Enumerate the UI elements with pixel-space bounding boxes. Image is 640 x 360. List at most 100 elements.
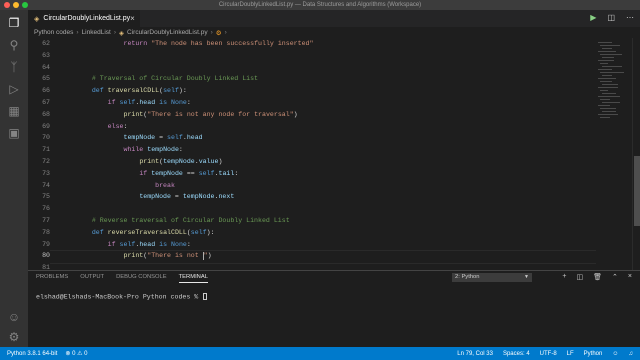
terminal-select[interactable]: 2: Python ▼ (452, 273, 532, 282)
minimap-line (600, 108, 616, 109)
language-mode[interactable]: Python (584, 351, 603, 357)
split-terminal-icon[interactable]: ◫ (577, 273, 584, 281)
gear-icon[interactable]: ⚙ (7, 330, 21, 344)
debug-icon[interactable]: ▷ (7, 82, 21, 96)
bell-icon[interactable]: ♫ (629, 351, 634, 357)
editor-scrollbar[interactable] (632, 38, 640, 270)
code-line[interactable]: 66 def traversalCDLL(self): (28, 85, 596, 97)
minimize-window-button[interactable] (13, 2, 19, 8)
minimap-line (602, 75, 612, 76)
minimap-line (600, 72, 624, 73)
code-line[interactable]: 74 break (28, 180, 596, 192)
minimap-line (600, 45, 620, 46)
panel-tabs: PROBLEMS OUTPUT DEBUG CONSOLE TERMINAL (36, 274, 208, 283)
maximize-panel-icon[interactable]: ⌃ (612, 273, 618, 281)
terminal-cursor (203, 293, 208, 300)
breadcrumb-folder[interactable]: Python codes (34, 29, 73, 36)
line-number: 78 (42, 228, 50, 236)
code-line[interactable]: 72 print(tempNode.value) (28, 156, 596, 168)
code-line[interactable]: 70 tempNode = self.head (28, 132, 596, 144)
minimap-line (598, 42, 612, 43)
warning-icon: ⚠ (77, 351, 83, 357)
search-icon[interactable]: ⚲ (7, 38, 21, 52)
code-line[interactable]: 64 (28, 62, 596, 74)
bottom-panel: PROBLEMS OUTPUT DEBUG CONSOLE TERMINAL 2… (28, 270, 640, 348)
minimap-line (602, 93, 616, 94)
window-controls[interactable] (4, 2, 28, 8)
line-number: 64 (42, 63, 50, 71)
line-code: break (155, 181, 175, 189)
code-line[interactable]: 77 # Reverse traversal of Circular Doubl… (28, 215, 596, 227)
problems-indicator[interactable]: ⊗ 0 ⚠ 0 (65, 350, 87, 357)
line-code: print("There is not any node for travers… (123, 110, 298, 118)
code-line[interactable]: 67 if self.head is None: (28, 97, 596, 109)
extensions-icon[interactable]: ▦ (7, 104, 21, 118)
tab-problems[interactable]: PROBLEMS (36, 274, 68, 283)
minimap-line (598, 69, 612, 70)
run-file-icon[interactable]: ▶ (590, 13, 596, 22)
code-line[interactable]: 73 if tempNode == self.tail: (28, 168, 596, 180)
code-line[interactable]: 79 if self.head is None: (28, 239, 596, 251)
line-number: 68 (42, 110, 50, 118)
cursor-position[interactable]: Ln 79, Col 33 (457, 351, 493, 357)
line-number: 63 (42, 51, 50, 59)
class-symbol-icon: ⚙ (215, 29, 222, 37)
close-window-button[interactable] (4, 2, 10, 8)
account-icon[interactable]: ☺ (7, 310, 21, 324)
code-line[interactable]: 81 (28, 262, 596, 270)
code-editor[interactable]: 62 return "The node has been successfull… (28, 38, 596, 270)
tab-debug-console[interactable]: DEBUG CONSOLE (116, 274, 167, 283)
end-of-line[interactable]: LF (567, 351, 574, 357)
code-line[interactable]: 62 return "The node has been successfull… (28, 38, 596, 50)
line-number: 73 (42, 169, 50, 177)
close-panel-icon[interactable]: × (628, 273, 632, 281)
python-file-icon: ◈ (34, 15, 40, 23)
code-line[interactable]: 65 # Traversal of Circular Doubly Linked… (28, 73, 596, 85)
code-line[interactable]: 63 (28, 50, 596, 62)
tab-output[interactable]: OUTPUT (80, 274, 104, 283)
line-number: 77 (42, 217, 50, 224)
code-line[interactable]: 68 print("There is not any node for trav… (28, 109, 596, 121)
breadcrumb-subfolder[interactable]: LinkedList (82, 29, 111, 36)
chevron-down-icon: ▼ (524, 274, 529, 280)
python-interpreter[interactable]: Python 3.8.1 64-bit (7, 351, 57, 357)
tab-circular-doubly-linked-list[interactable]: ◈ CircularDoublyLinkedList.py × (28, 10, 140, 27)
feedback-icon[interactable]: ☺ (612, 351, 618, 357)
source-control-icon[interactable]: ᛉ (7, 60, 21, 74)
error-count: 0 (72, 351, 76, 357)
terminal-output[interactable]: elshad@Elshads-MacBook-Pro Python codes … (36, 293, 208, 300)
indentation[interactable]: Spaces: 4 (503, 351, 530, 357)
line-code: if tempNode == self.tail: (139, 169, 239, 177)
code-line[interactable]: 69 else: (28, 121, 596, 133)
scrollbar-thumb[interactable] (634, 156, 640, 226)
line-code: else: (107, 122, 128, 130)
zoom-window-button[interactable] (22, 2, 28, 8)
code-line[interactable]: 75 tempNode = tempNode.next (28, 191, 596, 203)
code-line[interactable]: 78 def reverseTraversalCDLL(self): (28, 227, 596, 239)
minimap[interactable] (596, 38, 632, 270)
minimap-line (602, 66, 622, 67)
line-number: 71 (42, 146, 50, 154)
minimap-line (600, 81, 612, 82)
files-icon[interactable]: ❐ (7, 16, 21, 30)
remote-icon[interactable]: ▣ (7, 126, 21, 140)
minimap-line (602, 111, 616, 112)
encoding[interactable]: UTF-8 (540, 351, 557, 357)
new-terminal-icon[interactable]: + (562, 273, 566, 281)
more-actions-icon[interactable]: ⋯ (626, 13, 634, 22)
code-line[interactable]: 80 print("There is not ") (28, 250, 596, 265)
chevron-right-icon: › (76, 29, 79, 36)
status-bar: Python 3.8.1 64-bit ⊗ 0 ⚠ 0 Ln 79, Col 3… (0, 347, 640, 360)
minimap-line (602, 84, 618, 85)
close-tab-icon[interactable]: × (130, 14, 135, 23)
chevron-right-icon: › (113, 29, 117, 36)
split-editor-icon[interactable]: ◫ (607, 13, 615, 22)
trash-icon[interactable]: 🗑 (593, 273, 602, 281)
window-title: CircularDoublyLinkedList.py — Data Struc… (218, 2, 422, 8)
code-line[interactable]: 71 while tempNode: (28, 144, 596, 156)
breadcrumb-file[interactable]: CircularDoublyLinkedList.py (127, 29, 208, 36)
tab-terminal[interactable]: TERMINAL (178, 274, 208, 283)
code-line[interactable]: 76 (28, 203, 596, 215)
breadcrumb: Python codes › LinkedList › ◈ CircularDo… (28, 27, 640, 38)
line-number: 66 (42, 87, 50, 95)
